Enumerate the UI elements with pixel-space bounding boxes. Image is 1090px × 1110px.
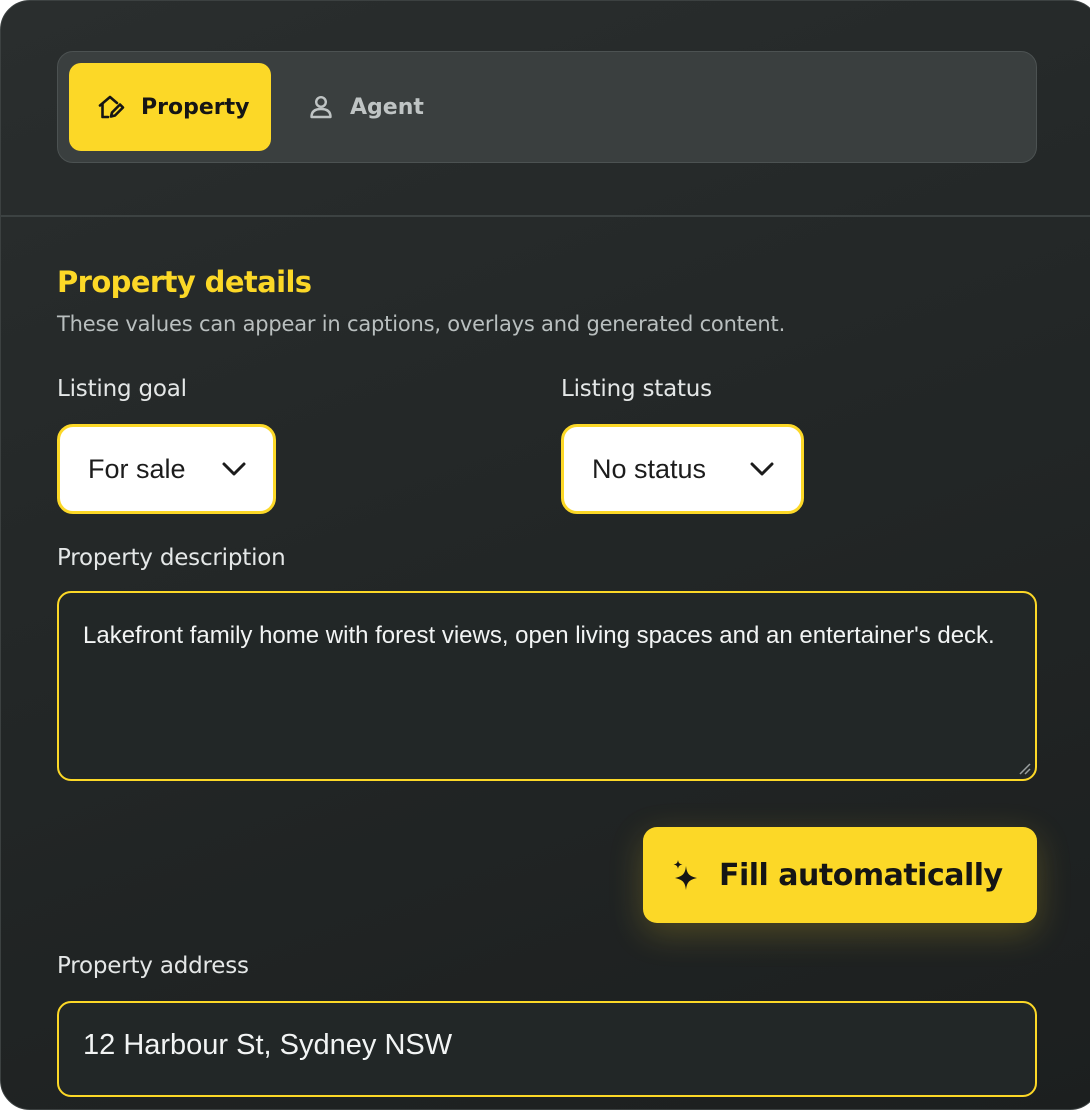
property-address-input[interactable]: 12 Harbour St, Sydney NSW — [57, 1001, 1037, 1097]
listing-goal-select[interactable]: For sale — [57, 424, 276, 514]
property-address-value: 12 Harbour St, Sydney NSW — [83, 1029, 453, 1061]
home-edit-icon — [98, 95, 125, 119]
property-panel: Property Agent Property details These va… — [0, 0, 1090, 1110]
tab-property[interactable]: Property — [69, 63, 271, 151]
listing-goal-value: For sale — [88, 453, 186, 484]
chevron-down-icon — [750, 462, 774, 476]
property-address-label: Property address — [57, 953, 249, 979]
sparkles-icon — [673, 860, 697, 890]
section-title: Property details — [57, 265, 312, 299]
tab-bar: Property Agent — [57, 51, 1037, 163]
user-icon — [310, 95, 332, 119]
divider — [1, 215, 1090, 217]
section-subtitle: These values can appear in captions, ove… — [57, 312, 786, 336]
resize-handle-icon[interactable] — [1017, 761, 1031, 775]
listing-goal-label: Listing goal — [57, 376, 187, 402]
property-description-textarea[interactable]: Lakefront family home with forest views,… — [57, 591, 1037, 781]
tab-agent-label: Agent — [350, 94, 424, 120]
listing-status-value: No status — [592, 453, 707, 484]
listing-status-label: Listing status — [561, 376, 712, 402]
property-description-label: Property description — [57, 545, 286, 571]
tab-agent[interactable]: Agent — [296, 63, 456, 151]
chevron-down-icon — [222, 462, 246, 476]
fill-automatically-label: Fill automatically — [719, 857, 1003, 893]
fill-automatically-button[interactable]: Fill automatically — [643, 827, 1037, 923]
tab-property-label: Property — [141, 94, 250, 120]
listing-status-select[interactable]: No status — [561, 424, 804, 514]
property-description-value: Lakefront family home with forest views,… — [83, 622, 995, 649]
